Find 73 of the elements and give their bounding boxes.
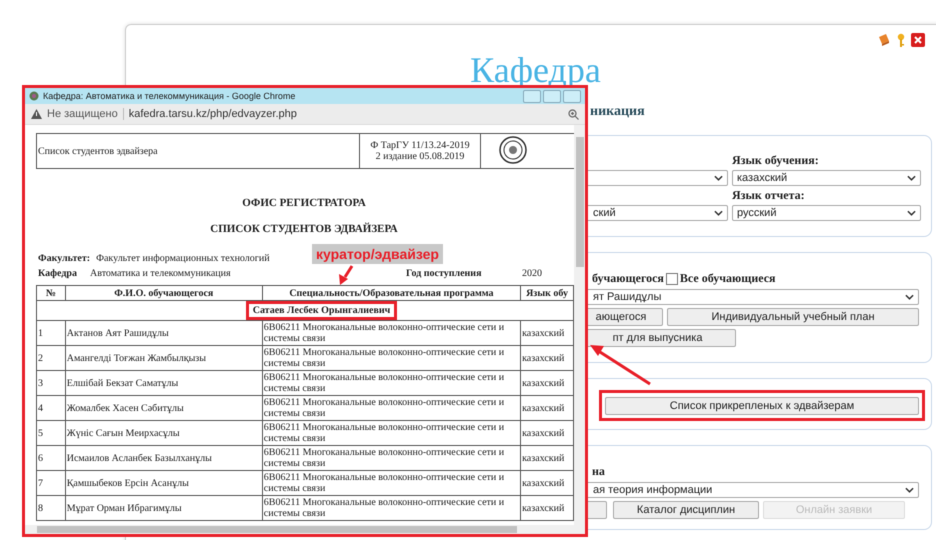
table-cell: Список студентов эдвайзера [36, 134, 360, 168]
zoom-icon[interactable] [568, 108, 579, 120]
window-title: Кафедра: Автоматика и телекоммуникация - Google Chrome [43, 91, 296, 101]
checkbox-label: Все обучающиеся [680, 271, 776, 286]
table-cell: 8 [36, 496, 66, 520]
table-cell: Исмаилов Асланбек Базылханұлы [65, 446, 262, 470]
warning-icon [31, 109, 42, 119]
address-url[interactable]: kafedra.tarsu.kz/php/edvayzer.php [128, 108, 297, 120]
select-field[interactable]: русский [732, 205, 921, 221]
table-cell: 5 [36, 420, 66, 446]
table-cell: Амангелді Тоғжан Жамбылқызы [65, 346, 262, 370]
checkbox[interactable] [666, 272, 678, 284]
department-value: Автоматика и телекоммуникация [90, 268, 231, 279]
table-cell: Елшібай Бекзат Саматұлы [65, 370, 262, 396]
column-header: Язык обу [520, 286, 574, 300]
action-button[interactable]: Каталог дисциплин [613, 501, 759, 519]
table-cell: Ф ТарГУ 11/13.24-2019 2 издание 05.08.2019 [360, 134, 480, 168]
dropdown-caret-icon [714, 175, 723, 181]
book-icon[interactable] [877, 33, 891, 47]
field-label: Язык отчета: [732, 188, 806, 203]
advisor-name: Сатаев Лесбек Орынгалиевич [246, 301, 398, 320]
field-label: Язык обучения: [732, 153, 820, 168]
browser-logo-icon [29, 91, 39, 101]
vertical-scrollbar[interactable] [574, 125, 585, 534]
table-cell: 6В06211 Многоканальные волоконно-оптические сети и системы связи [262, 396, 521, 420]
table-cell: Жомалбек Хасен Сәбитұлы [65, 396, 262, 420]
dropdown-caret-icon [907, 210, 916, 216]
table-cell: 6В06211 Многоканальные волоконно-оптические сети и системы связи [262, 470, 521, 496]
security-label: Не защищено [47, 108, 118, 120]
table-cell: 6В06211 Многоканальные волоконно-оптические сети и системы связи [262, 420, 521, 446]
dropdown-caret-icon [714, 210, 723, 216]
field-label: бучающегося [592, 271, 664, 286]
table-cell: Актанов Аят Рашидұлы [65, 320, 262, 346]
department-title: никация [590, 104, 645, 119]
column-header: Специальность/Образовательная программа [262, 286, 521, 300]
table-cell: Мұрат Орман Ибрагимұлы [65, 496, 262, 520]
field-label: Год поступления [406, 268, 482, 279]
table-cell: 7 [36, 470, 66, 496]
select-field[interactable]: казахский [732, 170, 921, 186]
column-header: Ф.И.О. обучающегося [65, 286, 262, 300]
advisor-list-button[interactable]: Список прикрепленых к эдвайзерам [605, 397, 919, 415]
table-cell: 6В06211 Многоканальные волоконно-оптические сети и системы связи [262, 496, 521, 520]
table-cell: 4 [36, 396, 66, 420]
action-button[interactable]: Индивидуальный учебный план [667, 308, 919, 326]
table-cell: 6В06211 Многоканальные волоконно-оптические сети и системы связи [262, 320, 521, 346]
table-cell: 6В06211 Многоканальные волоконно-оптические сети и системы связи [262, 370, 521, 396]
table-cell: Жүніс Сағын Меирхасұлы [65, 420, 262, 446]
faculty-value: Факультет информационных технологий [96, 253, 270, 264]
dropdown-caret-icon [905, 487, 914, 493]
table-cell: 3 [36, 370, 66, 396]
list-heading: СПИСОК СТУДЕНТОВ ЭДВАЙЗЕРА [210, 223, 398, 235]
horizontal-scrollbar[interactable] [25, 525, 574, 534]
arrow [590, 345, 651, 386]
key-icon[interactable] [897, 33, 905, 48]
close-icon[interactable] [911, 33, 925, 47]
table-cell: Қамшыбеков Ерсін Асанұлы [65, 470, 262, 496]
dropdown-caret-icon [905, 294, 914, 300]
column-header: № [36, 286, 66, 300]
table-cell: 2 [36, 346, 66, 370]
office-heading: ОФИС РЕГИСТРАТОРА [242, 197, 366, 209]
page-title: Кафедра [470, 49, 601, 91]
field-label: Факультет: [38, 253, 90, 264]
arrow [339, 265, 354, 285]
table-cell: 6 [36, 446, 66, 470]
table-cell: 6В06211 Многоканальные волоконно-оптические сети и системы связи [262, 446, 521, 470]
field-label: на [592, 464, 606, 479]
seal-icon [499, 136, 527, 164]
year-value: 2020 [522, 268, 542, 279]
dropdown-caret-icon [907, 175, 916, 181]
field-label: Кафедра [38, 268, 77, 279]
table-cell: 1 [36, 320, 66, 346]
annotation-label: куратор/эдвайзер [312, 244, 443, 264]
table-cell: 6В06211 Многоканальные волоконно-оптические сети и системы связи [262, 346, 521, 370]
